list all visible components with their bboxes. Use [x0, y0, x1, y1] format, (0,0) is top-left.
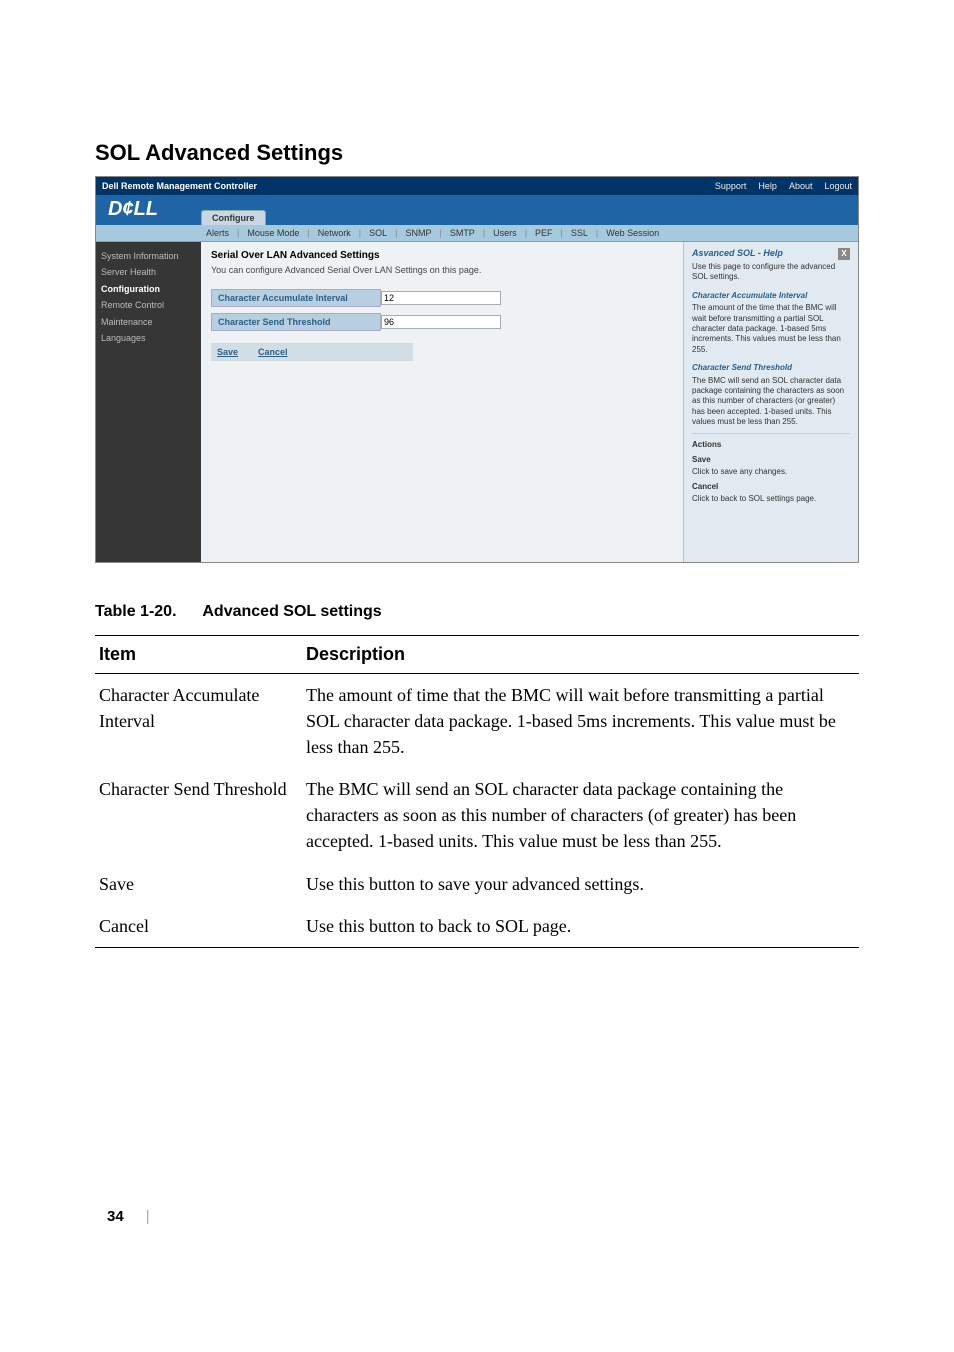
col-header-desc: Description: [302, 636, 859, 674]
top-links: Support Help About Logout: [715, 181, 852, 191]
table-row: Character Send Threshold The BMC will se…: [95, 768, 859, 862]
cell-desc: The BMC will send an SOL character data …: [302, 768, 859, 862]
brand-row: D¢LL Configure: [96, 195, 858, 225]
sidebar: System Information Server Health Configu…: [96, 242, 201, 562]
table-number: Table 1-20.: [95, 603, 177, 620]
window-title-bar: Dell Remote Management Controller Suppor…: [96, 177, 858, 195]
help-actions-header: Actions: [692, 440, 850, 450]
settings-table: Item Description Character Accumulate In…: [95, 635, 859, 948]
help-sec1-title: Character Accumulate Interval: [692, 291, 850, 301]
cell-item: Save: [95, 863, 302, 905]
help-save-text: Click to save any changes.: [692, 467, 850, 477]
action-buttons: Save Cancel: [211, 343, 413, 361]
table-row: Cancel Use this button to back to SOL pa…: [95, 905, 859, 948]
cell-item: Cancel: [95, 905, 302, 948]
page-number: 34: [107, 1208, 124, 1225]
label-char-send-threshold: Character Send Threshold: [211, 313, 381, 331]
cell-desc: Use this button to back to SOL page.: [302, 905, 859, 948]
main-content: Serial Over LAN Advanced Settings You ca…: [201, 242, 683, 562]
help-panel: Asvanced SOL - Help X Use this page to c…: [683, 242, 858, 562]
subtab-alerts[interactable]: Alerts: [206, 228, 229, 238]
help-cancel-text: Click to back to SOL settings page.: [692, 494, 850, 504]
subtab-sol[interactable]: SOL: [369, 228, 387, 238]
table-row: Character Accumulate Interval The amount…: [95, 674, 859, 769]
window-title: Dell Remote Management Controller: [102, 181, 715, 191]
tab-configure[interactable]: Configure: [201, 210, 266, 225]
cell-desc: The amount of time that the BMC will wai…: [302, 674, 859, 769]
sub-tabs: Alerts| Mouse Mode| Network| SOL| SNMP| …: [96, 225, 858, 242]
help-save-title: Save: [692, 455, 850, 465]
subtab-pef[interactable]: PEF: [535, 228, 553, 238]
sidebar-item-languages[interactable]: Languages: [101, 330, 196, 346]
table-title: Advanced SOL settings: [202, 603, 381, 620]
col-header-item: Item: [95, 636, 302, 674]
link-help[interactable]: Help: [758, 181, 777, 191]
sidebar-item-maintenance[interactable]: Maintenance: [101, 314, 196, 330]
cell-item: Character Accumulate Interval: [95, 674, 302, 769]
sidebar-item-system-info[interactable]: System Information: [101, 248, 196, 264]
input-char-accum-interval[interactable]: [381, 291, 501, 305]
field-row: Character Accumulate Interval: [211, 289, 571, 307]
help-title: Asvanced SOL - Help: [692, 248, 783, 260]
save-button[interactable]: Save: [217, 347, 238, 357]
page-footer: 34 |: [95, 1208, 859, 1225]
close-icon[interactable]: X: [838, 248, 850, 260]
link-logout[interactable]: Logout: [824, 181, 852, 191]
sidebar-item-remote-control[interactable]: Remote Control: [101, 297, 196, 313]
subtab-snmp[interactable]: SNMP: [405, 228, 431, 238]
section-heading: SOL Advanced Settings: [95, 140, 859, 166]
help-sec2-title: Character Send Threshold: [692, 363, 850, 373]
subtab-smtp[interactable]: SMTP: [450, 228, 475, 238]
label-char-accum-interval: Character Accumulate Interval: [211, 289, 381, 307]
cancel-button[interactable]: Cancel: [258, 347, 288, 357]
separator-bar: |: [146, 1208, 150, 1225]
help-intro: Use this page to configure the advanced …: [692, 262, 850, 283]
subtab-ssl[interactable]: SSL: [571, 228, 588, 238]
sidebar-item-configuration[interactable]: Configuration: [101, 281, 196, 297]
screenshot: Dell Remote Management Controller Suppor…: [95, 176, 859, 563]
help-cancel-title: Cancel: [692, 482, 850, 492]
sidebar-item-server-health[interactable]: Server Health: [101, 264, 196, 280]
subtab-users[interactable]: Users: [493, 228, 517, 238]
page-description: You can configure Advanced Serial Over L…: [211, 265, 673, 275]
field-row: Character Send Threshold: [211, 313, 571, 331]
cell-desc: Use this button to save your advanced se…: [302, 863, 859, 905]
subtab-network[interactable]: Network: [318, 228, 351, 238]
cell-item: Character Send Threshold: [95, 768, 302, 862]
help-sec2-text: The BMC will send an SOL character data …: [692, 376, 850, 428]
table-caption: Table 1-20. Advanced SOL settings: [95, 603, 859, 621]
dell-logo: D¢LL: [96, 198, 201, 225]
input-char-send-threshold[interactable]: [381, 315, 501, 329]
subtab-mousemode[interactable]: Mouse Mode: [247, 228, 299, 238]
table-row: Save Use this button to save your advanc…: [95, 863, 859, 905]
link-support[interactable]: Support: [715, 181, 747, 191]
subtab-websession[interactable]: Web Session: [606, 228, 659, 238]
link-about[interactable]: About: [789, 181, 813, 191]
page-title: Serial Over LAN Advanced Settings: [211, 250, 673, 261]
help-sec1-text: The amount of the time that the BMC will…: [692, 303, 850, 355]
